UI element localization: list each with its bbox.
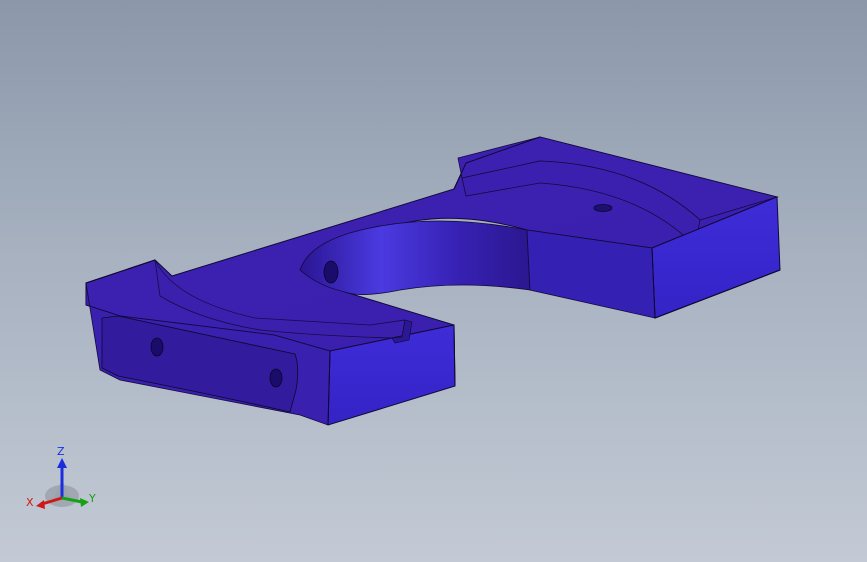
triad-z-label: Z: [57, 445, 65, 458]
triad-y-label: Y: [88, 492, 96, 505]
triad-x-label: X: [26, 496, 34, 509]
bore-side-hole: [323, 260, 339, 284]
3d-part-model[interactable]: [0, 0, 867, 562]
graphics-viewport[interactable]: Z X Y: [0, 0, 867, 562]
side-hole-2: [269, 368, 283, 388]
triad-y-arrow: [80, 498, 89, 507]
reference-triad: Z X Y: [26, 445, 96, 509]
side-hole-1: [150, 337, 164, 357]
triad-z-arrow: [57, 458, 67, 468]
top-small-hole: [593, 204, 613, 212]
triad-x-arrow: [36, 500, 45, 509]
